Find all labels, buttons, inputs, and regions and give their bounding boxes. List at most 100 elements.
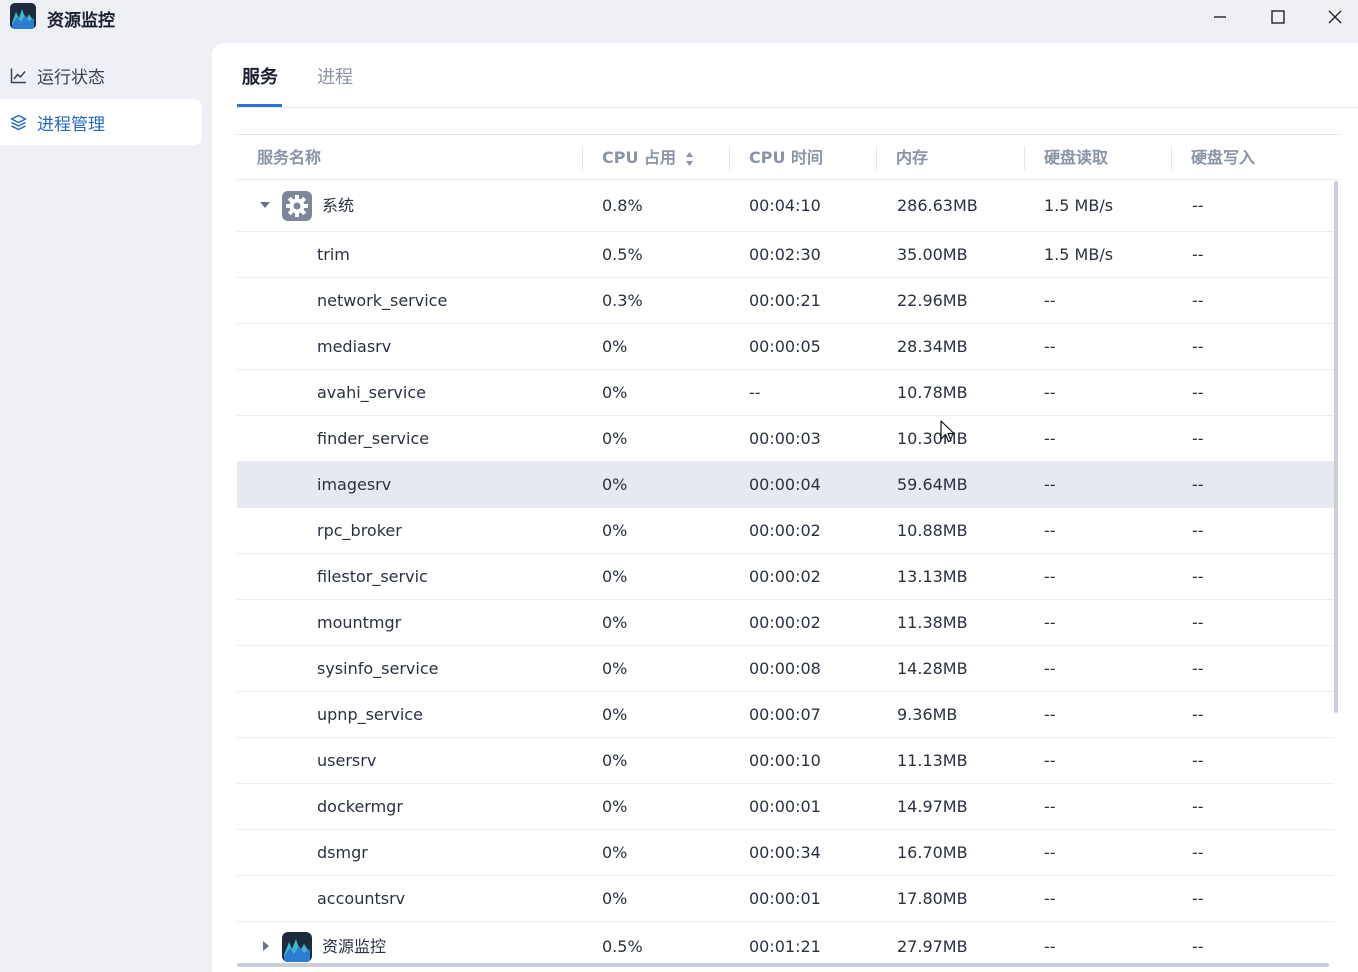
disk-read: 1.5 MB/s: [1044, 245, 1114, 264]
column-header-cpu-time[interactable]: CPU 时间: [749, 135, 823, 181]
table-row[interactable]: upnp_service 0% 00:00:07 9.36MB -- --: [237, 692, 1334, 738]
tab-label: 进程: [317, 67, 353, 88]
disk-write: --: [1192, 291, 1204, 310]
table-row-group[interactable]: 系统 0.8% 00:04:10 286.63MB 1.5 MB/s --: [237, 180, 1334, 232]
sidebar-item-label: 运行状态: [37, 67, 105, 88]
cpu-time: 00:00:03: [749, 429, 821, 448]
column-label: CPU 占用: [602, 148, 677, 167]
cpu-usage: 0%: [602, 337, 628, 356]
sidebar-item-process-management[interactable]: 进程管理: [0, 99, 202, 145]
resource-monitor-icon: [282, 932, 312, 962]
cpu-usage: 0%: [602, 659, 628, 678]
disk-write: --: [1192, 751, 1204, 770]
column-header-cpu[interactable]: CPU 占用: [602, 135, 694, 181]
cpu-usage: 0%: [602, 797, 628, 816]
column-label: 内存: [896, 148, 929, 167]
column-divider[interactable]: [1171, 146, 1172, 170]
minimize-icon: [1214, 16, 1226, 18]
memory: 10.30MB: [897, 429, 968, 448]
table-header: 服务名称 CPU 占用 CPU 时间 内存 硬盘读取 硬盘写入: [237, 134, 1339, 180]
table-row[interactable]: trim 0.5% 00:02:30 35.00MB 1.5 MB/s --: [237, 232, 1334, 278]
cpu-usage: 0.5%: [602, 245, 643, 264]
cpu-time: 00:04:10: [749, 196, 821, 215]
column-divider[interactable]: [1024, 146, 1025, 170]
memory: 10.88MB: [897, 521, 968, 540]
table-row[interactable]: sysinfo_service 0% 00:00:08 14.28MB -- -…: [237, 646, 1334, 692]
minimize-button[interactable]: [1200, 4, 1240, 30]
table-row[interactable]: usersrv 0% 00:00:10 11.13MB -- --: [237, 738, 1334, 784]
service-name: filestor_servic: [317, 567, 428, 586]
tab-services[interactable]: 服务: [242, 63, 278, 108]
cpu-time: 00:00:01: [749, 797, 821, 816]
cpu-usage: 0%: [602, 567, 628, 586]
table-row-hovered[interactable]: imagesrv 0% 00:00:04 59.64MB -- --: [237, 462, 1334, 508]
memory: 286.63MB: [897, 196, 978, 215]
column-divider[interactable]: [582, 146, 583, 170]
vertical-scrollbar[interactable]: [1334, 181, 1338, 713]
disk-read: --: [1044, 521, 1056, 540]
cpu-usage: 0%: [602, 475, 628, 494]
column-header-disk-write[interactable]: 硬盘写入: [1191, 135, 1255, 181]
service-name: upnp_service: [317, 705, 423, 724]
caret-right-icon[interactable]: [261, 940, 271, 952]
maximize-icon: [1271, 10, 1285, 24]
disk-write: --: [1192, 659, 1204, 678]
sidebar-item-status[interactable]: 运行状态: [0, 52, 202, 98]
column-divider[interactable]: [729, 146, 730, 170]
cpu-usage: 0%: [602, 751, 628, 770]
cpu-time: 00:00:02: [749, 613, 821, 632]
service-name: usersrv: [317, 751, 377, 770]
disk-read: --: [1044, 751, 1056, 770]
service-name: trim: [317, 245, 350, 264]
cpu-time: 00:00:34: [749, 843, 821, 862]
disk-read: --: [1044, 567, 1056, 586]
service-name: dockermgr: [317, 797, 403, 816]
cpu-usage: 0%: [602, 889, 628, 908]
service-name: rpc_broker: [317, 521, 402, 540]
disk-read: --: [1044, 475, 1056, 494]
cpu-usage: 0%: [602, 521, 628, 540]
memory: 9.36MB: [897, 705, 958, 724]
table-row[interactable]: rpc_broker 0% 00:00:02 10.88MB -- --: [237, 508, 1334, 554]
cpu-usage: 0%: [602, 383, 628, 402]
cpu-usage: 0%: [602, 843, 628, 862]
column-header-name[interactable]: 服务名称: [257, 135, 321, 181]
caret-down-icon[interactable]: [259, 200, 271, 210]
cpu-usage: 0%: [602, 705, 628, 724]
memory: 14.28MB: [897, 659, 968, 678]
close-button[interactable]: [1315, 4, 1355, 30]
service-name: mediasrv: [317, 337, 392, 356]
table-row[interactable]: mediasrv 0% 00:00:05 28.34MB -- --: [237, 324, 1334, 370]
tab-processes[interactable]: 进程: [317, 63, 353, 108]
memory: 13.13MB: [897, 567, 968, 586]
column-label: CPU 时间: [749, 148, 824, 167]
disk-read: --: [1044, 429, 1056, 448]
main-panel: 服务 进程 服务名称 CPU 占用 CPU 时间 内存 硬盘读取 硬盘写入 系统…: [212, 43, 1358, 972]
horizontal-scrollbar[interactable]: [237, 963, 1329, 967]
service-name: finder_service: [317, 429, 430, 448]
column-header-disk-read[interactable]: 硬盘读取: [1044, 135, 1108, 181]
column-header-memory[interactable]: 内存: [896, 135, 928, 181]
disk-read: --: [1044, 843, 1056, 862]
cpu-time: 00:00:08: [749, 659, 821, 678]
table-row[interactable]: accountsrv 0% 00:00:01 17.80MB -- --: [237, 876, 1334, 922]
window-title: 资源监控: [47, 11, 115, 31]
table-row[interactable]: filestor_servic 0% 00:00:02 13.13MB -- -…: [237, 554, 1334, 600]
memory: 11.13MB: [897, 751, 968, 770]
maximize-button[interactable]: [1258, 4, 1298, 30]
layers-icon: [10, 114, 27, 130]
table-row[interactable]: mountmgr 0% 00:00:02 11.38MB -- --: [237, 600, 1334, 646]
table-row[interactable]: dockermgr 0% 00:00:01 14.97MB -- --: [237, 784, 1334, 830]
memory: 22.96MB: [897, 291, 968, 310]
cpu-usage: 0%: [602, 429, 628, 448]
disk-write: --: [1192, 797, 1204, 816]
table-row[interactable]: dsmgr 0% 00:00:34 16.70MB -- --: [237, 830, 1334, 876]
column-divider[interactable]: [876, 146, 877, 170]
disk-write: --: [1192, 475, 1204, 494]
disk-write: --: [1192, 196, 1204, 215]
service-name: 系统: [322, 196, 355, 215]
table-row[interactable]: avahi_service 0% -- 10.78MB -- --: [237, 370, 1334, 416]
table-row[interactable]: network_service 0.3% 00:00:21 22.96MB --…: [237, 278, 1334, 324]
table-row[interactable]: finder_service 0% 00:00:03 10.30MB -- --: [237, 416, 1334, 462]
sidebar-item-label: 进程管理: [37, 114, 105, 135]
